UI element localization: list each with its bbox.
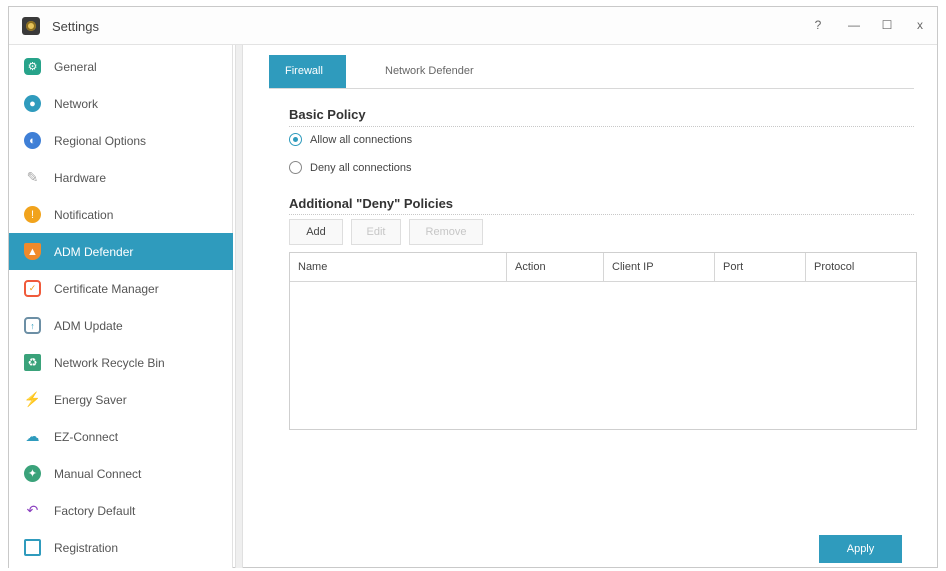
sidebar-item-label: EZ-Connect xyxy=(54,429,119,444)
column-header-protocol[interactable]: Protocol xyxy=(806,253,916,282)
sidebar-item-registration[interactable]: Registration xyxy=(9,529,233,566)
ez-connect-icon: ☁ xyxy=(24,428,41,445)
deny-policies-heading: Additional "Deny" Policies xyxy=(289,196,454,211)
column-header-name[interactable]: Name xyxy=(290,253,507,282)
window-title: Settings xyxy=(52,19,99,34)
sidebar-item-label: Hardware xyxy=(54,170,107,185)
title-bar: Settings ? — ☐ x xyxy=(9,7,937,45)
sidebar-item-network-recycle-bin[interactable]: ♻ Network Recycle Bin xyxy=(9,344,233,381)
deny-all-option[interactable]: Deny all connections xyxy=(289,161,412,174)
sidebar-item-label: Notification xyxy=(54,207,114,222)
sidebar: ⚙ General ● Network ◐ Regional Options ✎… xyxy=(9,45,233,568)
sidebar-item-label: ADM Update xyxy=(54,318,123,333)
tab-firewall[interactable]: Firewall xyxy=(269,55,346,88)
column-header-client-ip[interactable]: Client IP xyxy=(604,253,715,282)
sidebar-item-general[interactable]: ⚙ General xyxy=(9,48,233,85)
sidebar-item-label: Network xyxy=(54,96,99,111)
sidebar-item-certificate-manager[interactable]: ✓ Certificate Manager xyxy=(9,270,233,307)
deny-all-radio[interactable] xyxy=(289,161,302,174)
sidebar-item-hardware[interactable]: ✎ Hardware xyxy=(9,159,233,196)
deny-policies-table: Name Action Client IP Port Protocol xyxy=(289,252,917,430)
column-header-port[interactable]: Port xyxy=(715,253,806,282)
apply-button[interactable]: Apply xyxy=(819,535,902,563)
adm-update-icon: ↑ xyxy=(24,317,41,334)
certificate-manager-icon: ✓ xyxy=(24,280,41,297)
sidebar-item-label: ADM Defender xyxy=(54,244,134,259)
adm-defender-icon: ▲ xyxy=(24,243,41,260)
tab-network-defender[interactable]: Network Defender xyxy=(369,55,490,88)
sidebar-item-label: Network Recycle Bin xyxy=(54,355,165,370)
basic-policy-heading: Basic Policy xyxy=(289,107,366,122)
minimize-button[interactable]: — xyxy=(841,14,867,36)
network-icon: ● xyxy=(24,95,41,112)
basic-policy-divider xyxy=(289,126,914,127)
registration-icon xyxy=(24,539,41,556)
recycle-bin-icon: ♻ xyxy=(24,354,41,371)
sidebar-item-factory-default[interactable]: ↶ Factory Default xyxy=(9,492,233,529)
remove-button[interactable]: Remove xyxy=(409,219,483,245)
settings-window: Settings ? — ☐ x ⚙ General ● Network ◐ R… xyxy=(8,6,938,568)
hardware-icon: ✎ xyxy=(24,169,41,186)
main-panel: Firewall Network Defender Basic Policy A… xyxy=(245,45,939,568)
add-button[interactable]: Add xyxy=(289,219,343,245)
allow-all-label: Allow all connections xyxy=(310,133,413,146)
table-header: Name Action Client IP Port Protocol xyxy=(290,253,916,282)
sidebar-item-label: Manual Connect xyxy=(54,466,142,481)
sidebar-item-regional-options[interactable]: ◐ Regional Options xyxy=(9,122,233,159)
sidebar-item-manual-connect[interactable]: ✦ Manual Connect xyxy=(9,455,233,492)
deny-all-label: Deny all connections xyxy=(310,161,412,174)
close-button[interactable]: x xyxy=(907,14,933,36)
sidebar-item-label: Regional Options xyxy=(54,133,147,148)
factory-default-icon: ↶ xyxy=(24,502,41,519)
sidebar-item-ez-connect[interactable]: ☁ EZ-Connect xyxy=(9,418,233,455)
settings-app-icon xyxy=(22,17,40,35)
sidebar-scrollbar[interactable] xyxy=(235,45,243,568)
tab-bar: Firewall Network Defender xyxy=(269,55,914,89)
column-header-action[interactable]: Action xyxy=(507,253,604,282)
edit-button[interactable]: Edit xyxy=(351,219,401,245)
regional-options-icon: ◐ xyxy=(24,132,41,149)
sidebar-item-label: Certificate Manager xyxy=(54,281,159,296)
sidebar-item-label: Factory Default xyxy=(54,503,136,518)
sidebar-item-label: Energy Saver xyxy=(54,392,127,407)
sidebar-item-notification[interactable]: ! Notification xyxy=(9,196,233,233)
manual-connect-icon: ✦ xyxy=(24,465,41,482)
sidebar-item-network[interactable]: ● Network xyxy=(9,85,233,122)
sidebar-item-adm-defender[interactable]: ▲ ADM Defender xyxy=(9,233,233,270)
notification-icon: ! xyxy=(24,206,41,223)
sidebar-item-label: General xyxy=(54,59,97,74)
sidebar-item-energy-saver[interactable]: ⚡ Energy Saver xyxy=(9,381,233,418)
energy-saver-icon: ⚡ xyxy=(23,391,42,408)
help-button[interactable]: ? xyxy=(805,14,831,36)
maximize-button[interactable]: ☐ xyxy=(874,14,900,36)
allow-all-radio[interactable] xyxy=(289,133,302,146)
allow-all-option[interactable]: Allow all connections xyxy=(289,133,412,146)
sidebar-item-adm-update[interactable]: ↑ ADM Update xyxy=(9,307,233,344)
general-icon: ⚙ xyxy=(24,58,41,75)
deny-policies-divider xyxy=(289,214,914,215)
sidebar-item-label: Registration xyxy=(54,540,119,555)
